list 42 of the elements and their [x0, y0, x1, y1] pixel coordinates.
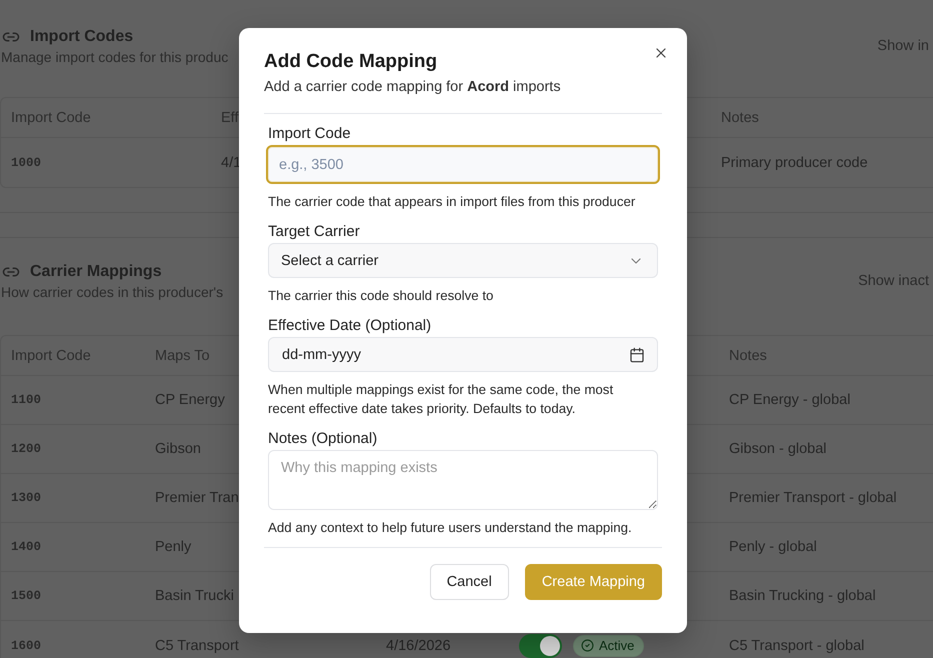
table-cell-text: 4/1: [221, 154, 242, 172]
table-cell-text: 1000: [11, 154, 42, 172]
field-hint: When multiple mappings exist for the same code, the most recent effective date takes priority. Defaults to today.: [268, 381, 614, 418]
text-input[interactable]: e.g., 3500: [266, 145, 660, 184]
dialog-title: Add Code Mapping: [264, 51, 438, 73]
table-cell-text: CP Energy - global: [729, 391, 850, 410]
table-cell-text: C5 Transport: [155, 636, 239, 656]
dropdown-select[interactable]: Select a carrier: [268, 243, 658, 278]
status-label: Active: [599, 638, 634, 654]
table-cell-text: Premier Transport - global: [729, 489, 897, 508]
field-hint: The carrier this code should resolve to: [268, 287, 494, 305]
cancel-button[interactable]: Cancel: [430, 564, 509, 600]
dialog-subtitle: Add a carrier code mapping for Acord imports: [264, 78, 562, 97]
check-circle-icon: [581, 639, 594, 652]
table-cell-text: Basin Trucki: [155, 587, 234, 606]
section-title: Import Codes: [30, 27, 134, 47]
text-area[interactable]: Why this mapping exists: [268, 450, 658, 510]
table-cell-text: Basin Trucking - global: [729, 587, 876, 606]
table-cell-text: 1100: [11, 392, 42, 409]
table-cell-text: 1400: [11, 539, 42, 556]
calendar-icon[interactable]: [629, 346, 645, 362]
table-cell-text: 1500: [11, 588, 42, 605]
table-cell-text: Primary producer code: [721, 154, 868, 172]
table-cell-text: Gibson: [155, 440, 201, 459]
table-cell-text: Gibson - global: [729, 440, 827, 459]
field-label: Notes (Optional): [268, 429, 378, 449]
table-cell-text: 1200: [11, 441, 42, 458]
table-cell-text: Penly - global: [729, 538, 817, 557]
field-hint: Add any context to help future users understand the mapping.: [268, 519, 632, 537]
field-hint: The carrier code that appears in import files from this producer: [268, 193, 636, 211]
toggle-switch[interactable]: [519, 634, 562, 658]
field-label: Import Code: [268, 124, 351, 144]
table-cell-text: Penly: [155, 538, 192, 557]
table-cell-text: Premier Tran: [155, 489, 239, 508]
field-label: Effective Date (Optional): [268, 316, 432, 336]
field-label: Target Carrier: [268, 222, 360, 242]
table-cell-text: CP Energy: [155, 391, 225, 410]
table-cell-text: C5 Transport - global: [729, 636, 864, 656]
section-title: Carrier Mappings: [30, 262, 162, 282]
table-cell-text: 1300: [11, 490, 42, 507]
date-input[interactable]: dd-mm-yyyy: [268, 337, 658, 372]
table-cell-text: 1600: [11, 638, 42, 654]
